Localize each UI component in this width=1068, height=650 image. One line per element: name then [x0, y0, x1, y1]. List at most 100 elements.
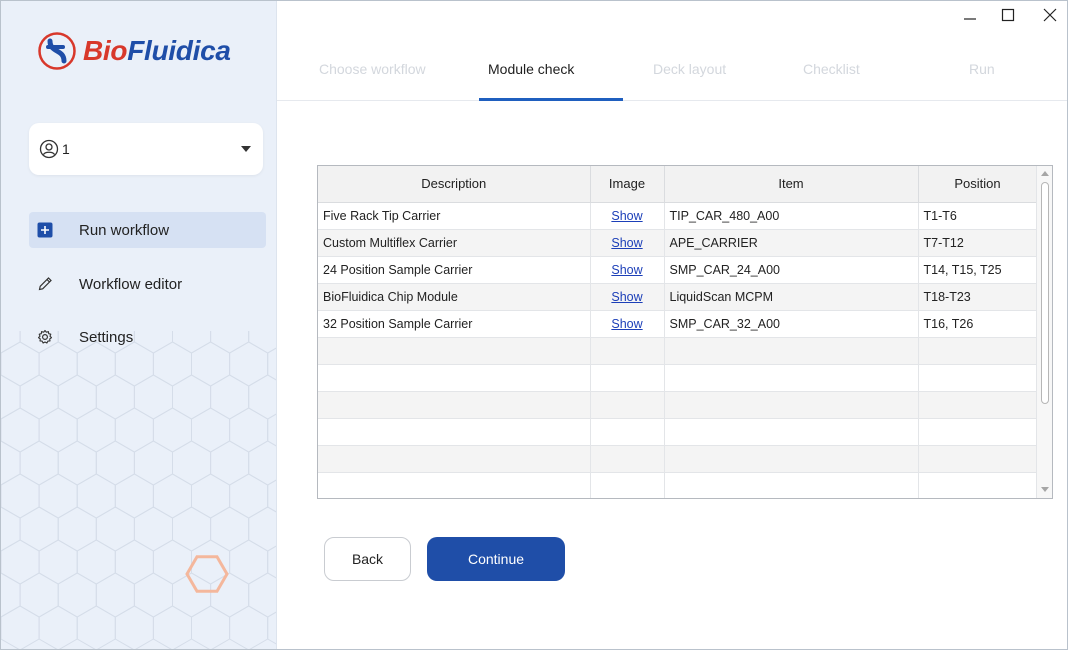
- hexagon-shape: [57, 572, 97, 618]
- tab-run[interactable]: Run: [969, 61, 995, 77]
- workflow-steps: Choose workflow Module check Deck layout…: [277, 41, 1067, 101]
- show-image-link[interactable]: Show: [611, 290, 642, 304]
- hexagon-shape: [76, 605, 116, 649]
- hexagon-shape: [1, 407, 40, 453]
- user-selector-dropdown[interactable]: 1: [29, 123, 263, 175]
- table-scrollbar[interactable]: [1036, 166, 1052, 498]
- hexagon-shape: [210, 374, 250, 420]
- hexagon-shape: [76, 473, 116, 519]
- hexagon-shape: [229, 539, 269, 585]
- hexagon-shape: [191, 605, 231, 649]
- table-header-row: Description Image Item Position: [318, 166, 1038, 203]
- hexagon-background-pattern: [1, 331, 276, 649]
- cell-description: Custom Multiflex Carrier: [318, 229, 591, 257]
- continue-button[interactable]: Continue: [427, 537, 565, 581]
- active-tab-indicator: [479, 98, 623, 101]
- maximize-button[interactable]: [989, 1, 1027, 29]
- hexagon-shape: [191, 473, 231, 519]
- column-header-image[interactable]: Image: [590, 166, 665, 203]
- column-header-description[interactable]: Description: [318, 166, 591, 203]
- hexagon-shape: [95, 572, 135, 618]
- cell-description: 24 Position Sample Carrier: [318, 256, 591, 284]
- close-button[interactable]: [1031, 1, 1067, 29]
- cell-image: Show: [590, 229, 665, 257]
- hexagon-shape: [210, 506, 250, 552]
- hexagon-shape: [248, 440, 276, 486]
- hexagon-shape: [172, 374, 212, 420]
- hexagon-shape: [152, 605, 192, 649]
- scrollbar-thumb[interactable]: [1041, 182, 1049, 404]
- table-row-empty: [318, 445, 1038, 473]
- hexagon-shape: [1, 473, 40, 519]
- hexagon-shape: [133, 440, 173, 486]
- tab-choose-workflow[interactable]: Choose workflow: [319, 61, 426, 77]
- table-row[interactable]: Five Rack Tip Carrier Show TIP_CAR_480_A…: [318, 202, 1038, 230]
- hexagon-shape: [152, 539, 192, 585]
- show-image-link[interactable]: Show: [611, 263, 642, 277]
- tab-module-check[interactable]: Module check: [488, 61, 574, 77]
- hexagon-shape: [95, 440, 135, 486]
- cell-position: T7-T12: [918, 229, 1038, 257]
- show-image-link[interactable]: Show: [611, 236, 642, 250]
- sidebar-item-label: Settings: [79, 328, 134, 346]
- cell-item: LiquidScan MCPM: [664, 283, 919, 311]
- tab-deck-layout[interactable]: Deck layout: [653, 61, 726, 77]
- sidebar-item-label: Workflow editor: [79, 275, 183, 293]
- hexagon-shape: [114, 407, 154, 453]
- hexagon-shape: [57, 506, 97, 552]
- table-row[interactable]: Custom Multiflex Carrier Show APE_CARRIE…: [318, 229, 1038, 257]
- hexagon-shape: [248, 572, 276, 618]
- hexagon-shape: [76, 407, 116, 453]
- hexagon-shape: [248, 374, 276, 420]
- hexagon-shape: [133, 374, 173, 420]
- maximize-icon: [1001, 8, 1015, 22]
- hexagon-shape: [229, 605, 269, 649]
- hexagon-shape: [76, 539, 116, 585]
- scroll-down-icon[interactable]: [1041, 487, 1049, 492]
- hexagon-shape: [1, 440, 21, 486]
- minimize-button[interactable]: [951, 1, 989, 29]
- back-button[interactable]: Back: [324, 537, 411, 581]
- table-row[interactable]: 24 Position Sample Carrier Show SMP_CAR_…: [318, 256, 1038, 284]
- hexagon-shape: [19, 440, 59, 486]
- table-row-empty: [318, 337, 1038, 365]
- cell-item: TIP_CAR_480_A00: [664, 202, 919, 230]
- scroll-up-icon[interactable]: [1041, 171, 1049, 176]
- app-window: BioFluidica 1 Run workflow Workflow edit…: [0, 0, 1068, 650]
- cell-position: T14, T15, T25: [918, 256, 1038, 284]
- hexagon-shape: [38, 539, 78, 585]
- tab-checklist[interactable]: Checklist: [803, 61, 860, 77]
- sidebar-item-settings[interactable]: Settings: [29, 319, 266, 355]
- cell-position: T18-T23: [918, 283, 1038, 311]
- hexagon-shape: [57, 440, 97, 486]
- hexagon-shape: [267, 611, 276, 645]
- column-header-position[interactable]: Position: [918, 166, 1038, 203]
- user-name: 1: [62, 141, 70, 157]
- show-image-link[interactable]: Show: [611, 317, 642, 331]
- hexagon-shape: [191, 407, 231, 453]
- table-row-empty: [318, 418, 1038, 446]
- sidebar-item-run-workflow[interactable]: Run workflow: [29, 212, 266, 248]
- table-row[interactable]: BioFluidica Chip Module Show LiquidScan …: [318, 283, 1038, 311]
- hexagon-shape: [38, 407, 78, 453]
- column-header-item[interactable]: Item: [664, 166, 919, 203]
- hexagon-shape: [1, 539, 40, 585]
- show-image-link[interactable]: Show: [611, 209, 642, 223]
- cell-description: BioFluidica Chip Module: [318, 283, 591, 311]
- hexagon-shape: [19, 572, 59, 618]
- hexagon-shape: [1, 331, 21, 354]
- hexagon-shape: [172, 440, 212, 486]
- table-row[interactable]: 32 Position Sample Carrier Show SMP_CAR_…: [318, 310, 1038, 338]
- table-row-empty: [318, 364, 1038, 392]
- sidebar-item-workflow-editor[interactable]: Workflow editor: [29, 266, 266, 302]
- cell-image: Show: [590, 310, 665, 338]
- hexagon-shape: [114, 539, 154, 585]
- sidebar: BioFluidica 1 Run workflow Workflow edit…: [1, 1, 277, 649]
- cell-item: SMP_CAR_32_A00: [664, 310, 919, 338]
- hexagon-shape: [248, 506, 276, 552]
- hexagon-shape: [229, 407, 269, 453]
- hexagon-shape: [152, 407, 192, 453]
- chevron-down-icon[interactable]: [241, 146, 251, 152]
- module-table: Description Image Item Position Five Rac…: [317, 165, 1053, 499]
- gear-icon: [37, 329, 53, 345]
